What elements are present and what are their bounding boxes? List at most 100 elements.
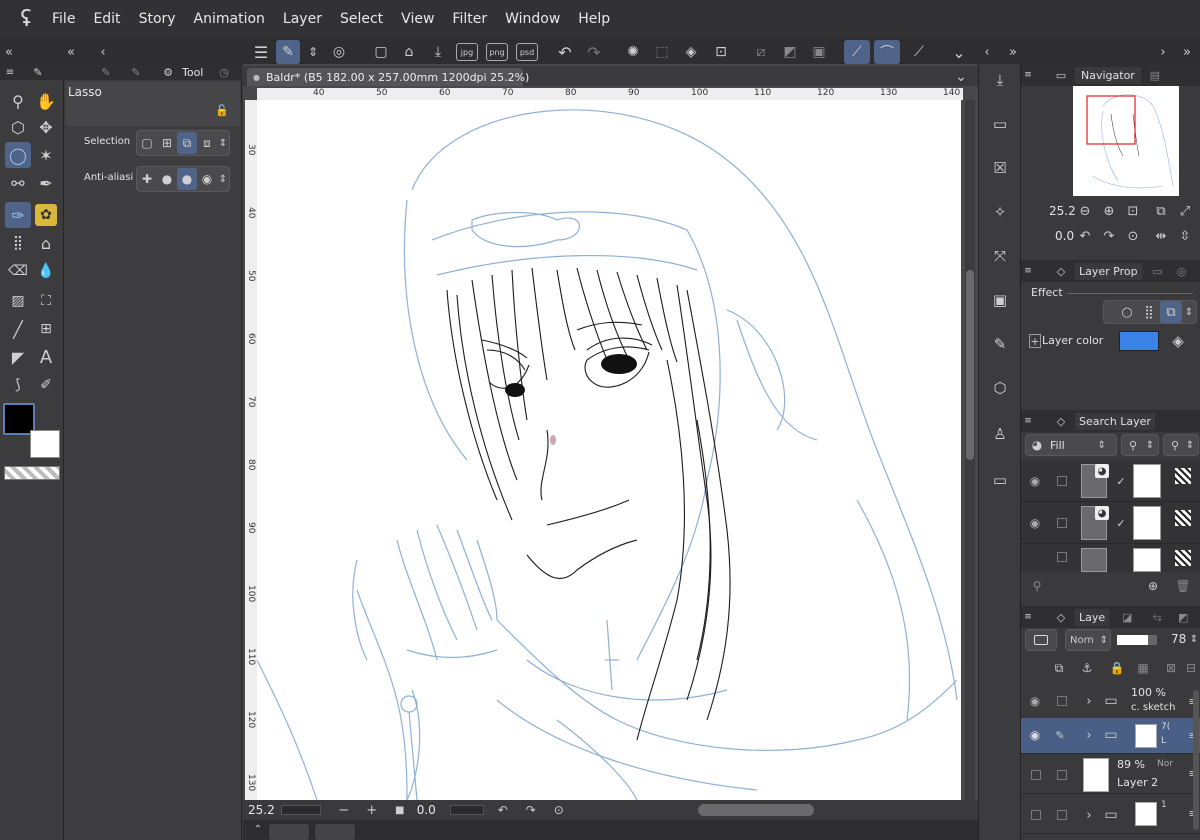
chevron-up-icon[interactable]: ⌃ (251, 822, 265, 836)
eye-icon[interactable]: ◉ (1027, 728, 1043, 742)
tab-icon[interactable]: ◎ (1172, 265, 1192, 278)
fit-screen-icon[interactable]: ⊡ (1125, 203, 1141, 219)
gradient-icon[interactable]: ▨ (7, 290, 29, 312)
airbrush-icon[interactable]: ⣿ (7, 232, 29, 254)
menu-layer[interactable]: Layer (283, 11, 322, 27)
rotation-value[interactable]: 0.0 (417, 803, 436, 817)
export-psd-button[interactable]: psd (516, 43, 538, 61)
chevron-right-icon[interactable]: › (1083, 806, 1095, 824)
layer-row[interactable]: › ▭ 1 ≡ (1021, 794, 1200, 834)
comment-icon[interactable]: ▭ (988, 112, 1012, 136)
selection-pen-icon[interactable]: ⚯ (7, 172, 29, 194)
anti-aliasing-control[interactable]: ✚ ● ● ◉ ⇕ (136, 166, 230, 192)
aa-weak-icon[interactable]: ● (157, 168, 177, 190)
menu-edit[interactable]: Edit (93, 11, 120, 27)
color-fill-icon[interactable]: ◈ (1167, 331, 1189, 351)
new-selection-icon[interactable]: ▢ (137, 132, 157, 154)
menu-help[interactable]: Help (578, 11, 610, 27)
selection-mode-control[interactable]: ▢ ⊞ ⧉ ⧈ ⇕ (136, 130, 230, 156)
aa-medium-icon[interactable]: ● (177, 168, 197, 190)
sub-color-swatch[interactable] (30, 430, 60, 458)
redo-icon[interactable]: ↷ (583, 41, 605, 63)
search-filter-dropdown[interactable]: ⚲ ⇕ (1163, 434, 1199, 456)
curve-ruler-icon[interactable]: ⌒ (874, 40, 900, 64)
zoom-in-icon[interactable]: + (365, 803, 379, 818)
zoom-out-icon[interactable]: − (337, 803, 351, 818)
checkbox[interactable] (1057, 476, 1067, 486)
menu-view[interactable]: View (401, 11, 434, 27)
clear-selection-icon[interactable]: ⬚ (651, 41, 673, 63)
drawing-canvas[interactable] (257, 100, 961, 800)
subtract-selection-icon[interactable]: ⧉ (177, 132, 197, 154)
layer-color-swatch[interactable] (1119, 331, 1159, 351)
search-result-row[interactable] (1021, 544, 1200, 572)
blend-mode-dropdown[interactable]: Norn ⇕ (1065, 629, 1111, 651)
zoom-in-icon[interactable]: ⊕ (1101, 203, 1117, 219)
layer-row[interactable]: ◉ › ▭ 100 % c. sketch ≡ (1021, 682, 1200, 722)
transform-box-icon[interactable]: ⤧ (988, 244, 1012, 268)
aa-none-icon[interactable]: ✚ (137, 168, 157, 190)
horizontal-scroll-thumb[interactable] (697, 804, 814, 816)
object-tool-icon[interactable]: ⬡ (7, 116, 29, 138)
blend-tool-icon[interactable]: 💧 (35, 260, 57, 282)
ruler-tool-icon[interactable]: ⟆ (7, 374, 29, 396)
import-icon[interactable]: ⤓ (988, 68, 1012, 92)
checkbox[interactable] (1057, 552, 1067, 562)
search-result-row[interactable]: ◉ ◕ ✓ (1021, 460, 1200, 502)
effect-none-icon[interactable]: ○ (1116, 305, 1138, 320)
add-fill-icon[interactable]: ⊕ (1145, 578, 1161, 594)
cube-box-icon[interactable]: ⬡ (988, 376, 1012, 400)
tab-icon[interactable]: ▭ (1148, 265, 1168, 278)
panel-menu-icon[interactable]: ≡ (4, 65, 16, 79)
ruler-tool-icon[interactable]: ⟋ (844, 40, 870, 64)
flip-horizontal-icon[interactable]: ⇹ (1153, 228, 1169, 244)
spinner-icon[interactable]: ⇕ (1182, 307, 1196, 318)
search-layer-tab-icon[interactable]: ◇ (1051, 415, 1071, 428)
spinner-icon[interactable]: ⇕ (304, 41, 322, 63)
navigator-tab-icon[interactable]: ▭ (1051, 69, 1071, 82)
hand-tool-icon[interactable]: ✋ (35, 90, 57, 112)
eyedropper-icon[interactable]: ✒ (35, 172, 57, 194)
tab-icon[interactable]: ◩ (1173, 611, 1193, 624)
house-decoration-icon[interactable]: ⌂ (35, 232, 57, 254)
navigator-title[interactable]: Navigator (1075, 66, 1141, 84)
open-folder-icon[interactable]: ⌂ (398, 41, 420, 63)
reset-rotation-icon[interactable]: ⊙ (552, 803, 566, 817)
search-layer-title[interactable]: Search Layer (1075, 412, 1155, 430)
decoration-tool-icon[interactable]: ✿ (35, 204, 57, 226)
actual-size-icon[interactable]: ⧉ (1153, 203, 1169, 219)
tab-brush-icon[interactable]: ✎ (98, 65, 114, 79)
add-selection-icon[interactable]: ⊞ (157, 132, 177, 154)
panel-menu-icon[interactable]: ≡ (1023, 266, 1033, 276)
document-tab[interactable]: ● Baldr* (B5 182.00 x 257.00mm 1200dpi 2… (247, 68, 529, 86)
navigator-rotation-value[interactable]: 0.0 (1055, 229, 1074, 243)
expand-right-icon[interactable]: » (1006, 42, 1020, 62)
navigator-zoom-value[interactable]: 25.2 (1049, 204, 1076, 218)
tab-icon[interactable]: ◪ (1117, 611, 1137, 624)
panel-menu-icon[interactable]: ≡ (1023, 70, 1033, 80)
chevron-down-icon[interactable]: ⌄ (948, 41, 970, 63)
menu-filter[interactable]: Filter (452, 11, 487, 27)
stabilization-icon[interactable]: ◎ (328, 41, 350, 63)
reference-icon[interactable]: ⚓ (1079, 660, 1095, 676)
zoom-slider[interactable] (280, 805, 321, 815)
fullscreen-icon[interactable]: ⤢ (1177, 203, 1193, 219)
rotate-left-icon[interactable]: ↶ (1077, 228, 1093, 244)
snap-ruler-icon[interactable]: ◩ (779, 41, 801, 63)
subview-tab-icon[interactable]: ▤ (1145, 69, 1165, 82)
snap-grid-icon[interactable]: ▣ (808, 41, 830, 63)
chevron-left-icon[interactable]: ‹ (980, 42, 994, 62)
lock-transparent-icon[interactable]: ▦ (1135, 660, 1151, 676)
aa-strong-icon[interactable]: ◉ (197, 168, 217, 190)
tab-tool-icon[interactable]: ⚙ (160, 65, 176, 79)
fill-bucket-icon[interactable]: ⛶ (35, 290, 57, 312)
balloon-tool-icon[interactable]: ◤ (7, 346, 29, 368)
layer-row-selected[interactable]: ◉ ✎ › ▭ 7( L ≡ (1021, 718, 1200, 754)
edit-pen-icon[interactable]: ✎ (1053, 728, 1067, 742)
menu-story[interactable]: Story (139, 11, 176, 27)
chevron-right-icon[interactable]: › (1083, 692, 1095, 710)
edit-box-icon[interactable]: ✎ (988, 332, 1012, 356)
panel-menu-icon[interactable]: ≡ (1023, 612, 1033, 622)
effect-selector[interactable]: ○ ⣿ ⧉ ⇕ (1103, 300, 1197, 324)
collapse-left-icon[interactable]: « (2, 42, 16, 62)
